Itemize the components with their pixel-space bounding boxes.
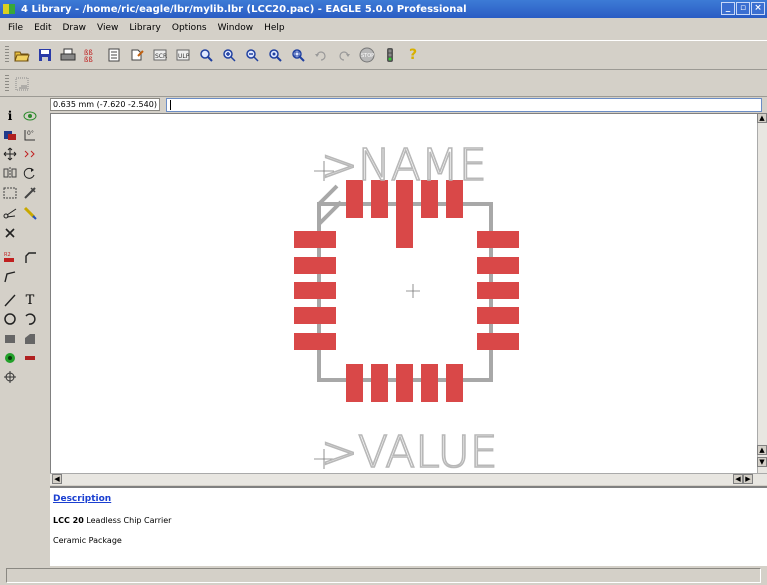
menu-options[interactable]: Options (172, 23, 207, 33)
print-icon[interactable] (59, 46, 77, 64)
scroll-down-icon[interactable]: ▼ (757, 457, 767, 467)
close-button[interactable]: × (751, 2, 765, 15)
zoom-redraw-icon[interactable] (266, 46, 284, 64)
svg-text:R2: R2 (4, 252, 11, 258)
zoom-out-icon[interactable] (243, 46, 261, 64)
pads-left (294, 231, 336, 350)
horizontal-scrollbar[interactable]: ◀ ◀ ▶ (50, 473, 767, 485)
rect-icon[interactable] (2, 331, 18, 347)
value-label: >VALUE (321, 427, 498, 473)
circle-icon[interactable] (2, 311, 18, 327)
go-icon[interactable] (381, 46, 399, 64)
help-icon[interactable]: ? (404, 46, 422, 64)
scroll-left-icon[interactable]: ◀ (52, 474, 62, 484)
command-caret (170, 100, 171, 110)
menu-window[interactable]: Window (218, 23, 254, 33)
part-name: LCC 20 (53, 516, 84, 525)
scroll-right-icon[interactable]: ▶ (743, 474, 753, 484)
bom-icon[interactable] (105, 46, 123, 64)
part-long-name: Leadless Chip Carrier (83, 516, 172, 525)
redo-icon[interactable] (335, 46, 353, 64)
text-icon[interactable]: T (22, 292, 38, 308)
svg-text:ßß: ßß (84, 56, 93, 62)
svg-text:ULP: ULP (178, 53, 190, 60)
zoom-fit-icon[interactable] (197, 46, 215, 64)
menu-draw[interactable]: Draw (63, 23, 87, 33)
maximize-button[interactable]: ▫ (736, 2, 750, 15)
status-field (6, 568, 761, 583)
main-toolbar: ßß ßß SCR ULP STOP ? (0, 40, 767, 70)
delete-icon[interactable] (2, 225, 18, 241)
eagle-app-icon (3, 3, 17, 15)
mirror-icon[interactable] (2, 165, 18, 181)
arc-icon[interactable] (22, 311, 38, 327)
command-input[interactable] (166, 98, 762, 112)
svg-text:0°: 0° (27, 130, 34, 137)
part-description: LCC 20 Leadless Chip Carrier (53, 516, 171, 525)
script-icon[interactable] (128, 46, 146, 64)
undo-icon[interactable] (312, 46, 330, 64)
package-description: Ceramic Package (53, 536, 122, 545)
scroll-up-icon[interactable]: ▲ (757, 113, 767, 123)
menu-edit[interactable]: Edit (34, 23, 51, 33)
toolbar-grip[interactable] (5, 46, 9, 64)
split-icon[interactable] (2, 269, 18, 285)
paste-icon[interactable] (22, 205, 38, 221)
pads-right (477, 231, 519, 350)
description-link[interactable]: Description (53, 494, 111, 504)
name-label: >NAME (321, 140, 487, 191)
cam-icon[interactable]: ßß ßß (82, 46, 100, 64)
title-bar: 4 Library - /home/ric/eagle/lbr/mylib.lb… (0, 0, 767, 18)
command-row: 0.635 mm (-7.620 -2.540) (50, 97, 767, 113)
copy-icon[interactable] (22, 146, 38, 162)
rotate-icon[interactable] (22, 165, 38, 181)
hole-icon[interactable] (2, 369, 18, 385)
smd-icon[interactable] (22, 350, 38, 366)
coordinate-readout: 0.635 mm (-7.620 -2.540) (50, 98, 160, 111)
name-icon[interactable]: R2 (2, 249, 18, 265)
svg-text:STOP: STOP (361, 53, 374, 59)
description-panel: Description LCC 20 Leadless Chip Carrier… (50, 486, 767, 566)
via-icon[interactable] (2, 350, 18, 366)
window-title: 4 Library - /home/ric/eagle/lbr/mylib.lb… (21, 3, 467, 15)
status-bar (0, 566, 767, 585)
center-origin-cross (406, 284, 420, 298)
ulp2-icon[interactable]: ULP (174, 46, 192, 64)
save-icon[interactable] (36, 46, 54, 64)
info-icon[interactable]: i (2, 108, 18, 124)
menu-file[interactable]: File (8, 23, 23, 33)
layout-canvas[interactable]: >NAME >VALUE (50, 113, 757, 473)
cut-icon[interactable] (2, 205, 18, 221)
minimize-button[interactable]: _ (721, 2, 735, 15)
layer-grid-icon[interactable] (13, 75, 31, 93)
group-icon[interactable] (2, 185, 18, 201)
scroll-up-2-icon[interactable]: ▲ (757, 445, 767, 455)
menu-library[interactable]: Library (129, 23, 160, 33)
ulp-icon[interactable]: SCR (151, 46, 169, 64)
show-icon[interactable] (22, 108, 38, 124)
tool-palette: i 0° R2 T (0, 97, 50, 565)
svg-text:SCR: SCR (155, 53, 167, 60)
change-icon[interactable] (22, 185, 38, 201)
menu-help[interactable]: Help (264, 23, 285, 33)
move-icon[interactable] (2, 146, 18, 162)
vertical-scrollbar[interactable]: ▲ ▲ ▼ (757, 113, 767, 473)
zoom-in-icon[interactable] (220, 46, 238, 64)
menu-view[interactable]: View (97, 23, 118, 33)
stop-icon[interactable]: STOP (358, 46, 376, 64)
toolbar-grip-2[interactable] (5, 74, 9, 93)
wire-icon[interactable] (2, 292, 18, 308)
mark-icon[interactable]: 0° (22, 127, 38, 143)
parameter-toolbar (0, 71, 767, 97)
miter-icon[interactable] (22, 249, 38, 265)
zoom-select-icon[interactable] (289, 46, 307, 64)
scroll-left-2-icon[interactable]: ◀ (733, 474, 743, 484)
display-icon[interactable] (2, 127, 18, 143)
polygon-icon[interactable] (22, 331, 38, 347)
open-icon[interactable] (13, 46, 31, 64)
menu-bar: File Edit Draw View Library Options Wind… (0, 18, 767, 38)
pads-bottom (346, 364, 463, 402)
